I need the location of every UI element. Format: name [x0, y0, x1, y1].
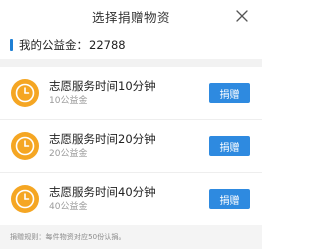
item-cost: 10公益金	[49, 95, 88, 106]
clock-icon	[11, 185, 39, 213]
footer: 捐赠规则：每件物资对应50份认捐。	[0, 225, 262, 249]
section-divider	[0, 59, 262, 67]
item-text: 志愿服务时间20分钟 20公益金	[49, 132, 156, 161]
dialog-title: 选择捐赠物资	[91, 10, 170, 25]
item-title: 志愿服务时间40分钟	[49, 184, 156, 199]
item-text: 志愿服务时间40分钟 40公益金	[49, 185, 156, 214]
close-icon[interactable]	[235, 9, 249, 23]
dialog-header: 选择捐赠物资	[0, 0, 262, 33]
donate-button[interactable]: 捐赠	[209, 83, 250, 103]
clock-icon	[11, 132, 39, 160]
list-item: 志愿服务时间40分钟 40公益金 捐赠	[0, 173, 262, 225]
item-text: 志愿服务时间10分钟 10公益金	[49, 79, 156, 108]
item-cost: 40公益金	[49, 201, 88, 212]
item-title: 志愿服务时间10分钟	[49, 78, 156, 93]
donate-button[interactable]: 捐赠	[209, 189, 250, 209]
balance-value: 22788	[89, 38, 126, 52]
clock-icon	[11, 79, 39, 107]
balance-accent-bar	[10, 39, 13, 51]
list-item: 志愿服务时间10分钟 10公益金 捐赠	[0, 67, 262, 120]
list-item: 志愿服务时间20分钟 20公益金 捐赠	[0, 120, 262, 173]
donation-list: 志愿服务时间10分钟 10公益金 捐赠 志愿服务时间20分钟 20公益金 捐赠	[0, 67, 262, 225]
balance-row: 我的公益金： 22788	[0, 33, 262, 57]
donation-rule-note: 捐赠规则：每件物资对应50份认捐。	[10, 233, 126, 241]
item-title: 志愿服务时间20分钟	[49, 131, 156, 146]
donate-button[interactable]: 捐赠	[209, 136, 250, 156]
item-cost: 20公益金	[49, 148, 88, 159]
balance-label: 我的公益金：	[19, 38, 88, 52]
donation-dialog: 选择捐赠物资 我的公益金： 22788 志愿服务时间10分钟 10公益金 捐赠 …	[0, 0, 262, 249]
